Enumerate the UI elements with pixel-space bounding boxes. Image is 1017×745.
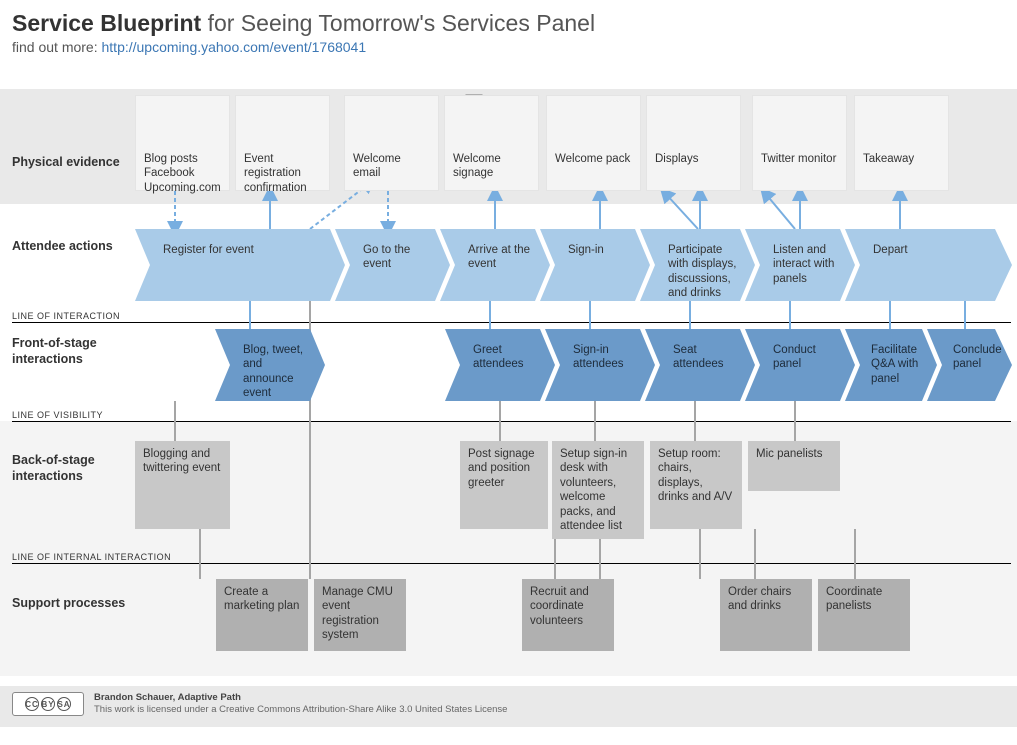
front-cell-3: Seat attendees — [665, 337, 750, 378]
event-link[interactable]: http://upcoming.yahoo.com/event/1768041 — [102, 39, 367, 55]
back-cell-4: Mic panelists — [748, 441, 840, 491]
divider-line-interaction — [12, 322, 1011, 323]
footer-license: This work is licensed under a Creative C… — [94, 704, 507, 716]
front-cell-6: Conclude panel — [945, 337, 1007, 378]
back-cell-2: Setup sign-in desk with volunteers, welc… — [552, 441, 644, 539]
evidence-cell-1: Event registration confirmation — [235, 95, 330, 191]
action-cell-2: Arrive at the event — [460, 237, 545, 278]
evidence-cell-4: Welcome pack — [546, 95, 641, 191]
action-cell-0: Register for event — [155, 237, 325, 263]
sa-icon: SA — [57, 697, 71, 711]
front-cell-1: Greet attendees — [465, 337, 550, 378]
divider-line-internal — [12, 563, 1011, 564]
support-cell-4: Coordinate panelists — [818, 579, 910, 651]
action-cell-5: Listen and interact with panels — [765, 237, 850, 292]
divider-label-visibility: LINE OF VISIBILITY — [12, 410, 103, 420]
footer-author: Brandon Schauer, Adaptive Path — [94, 692, 507, 704]
front-cell-5: Facilitate Q&A with panel — [863, 337, 933, 392]
page-footer: CC BY SA Brandon Schauer, Adaptive Path … — [0, 686, 1017, 727]
row-label-back: Back-of-stage interactions — [12, 453, 127, 484]
action-cell-4: Participate with displays, discussions, … — [660, 237, 750, 307]
evidence-cell-2: Welcome email — [344, 95, 439, 191]
support-cell-2: Recruit and coordinate volunteers — [522, 579, 614, 651]
back-cell-1: Post signage and position greeter — [460, 441, 548, 529]
by-icon: BY — [41, 697, 55, 711]
subtitle-prefix: find out more: — [12, 39, 102, 55]
front-cell-4: Conduct panel — [765, 337, 850, 378]
front-cell-2: Sign-in attendees — [565, 337, 650, 378]
support-cell-0: Create a marketing plan — [216, 579, 308, 651]
page-header: Service Blueprint for Seeing Tomorrow's … — [0, 0, 1017, 61]
blueprint-diagram: Physical evidence Attendee actions Front… — [0, 61, 1017, 686]
support-cell-1: Manage CMU event registration system — [314, 579, 406, 651]
support-cell-3: Order chairs and drinks — [720, 579, 812, 651]
cc-icon: CC — [25, 697, 39, 711]
title-rest: for Seeing Tomorrow's Services Panel — [201, 10, 595, 36]
back-cell-0: Blogging and twittering event — [135, 441, 230, 529]
page-title: Service Blueprint for Seeing Tomorrow's … — [12, 10, 1005, 37]
evidence-cell-7: Takeaway — [854, 95, 949, 191]
evidence-cell-0: Blog posts Facebook Upcoming.com — [135, 95, 230, 191]
title-bold: Service Blueprint — [12, 10, 201, 36]
action-cell-6: Depart — [865, 237, 985, 263]
footer-text: Brandon Schauer, Adaptive Path This work… — [94, 692, 507, 717]
row-label-evidence: Physical evidence — [12, 155, 127, 171]
evidence-cell-5: Displays — [646, 95, 741, 191]
divider-label-interaction: LINE OF INTERACTION — [12, 311, 120, 321]
divider-label-internal: LINE OF INTERNAL INTERACTION — [12, 552, 171, 562]
back-cell-3: Setup room: chairs, displays, drinks and… — [650, 441, 742, 529]
row-label-support: Support processes — [12, 596, 127, 612]
action-cell-3: Sign-in — [560, 237, 645, 263]
page-subtitle: find out more: http://upcoming.yahoo.com… — [12, 39, 1005, 55]
cc-license-badge: CC BY SA — [12, 692, 84, 716]
divider-line-visibility — [12, 421, 1011, 422]
action-cell-1: Go to the event — [355, 237, 445, 278]
front-cell-0: Blog, tweet, and announce event — [235, 337, 320, 407]
evidence-cell-3: Welcome signage — [444, 95, 539, 191]
evidence-cell-6: Twitter monitor — [752, 95, 847, 191]
